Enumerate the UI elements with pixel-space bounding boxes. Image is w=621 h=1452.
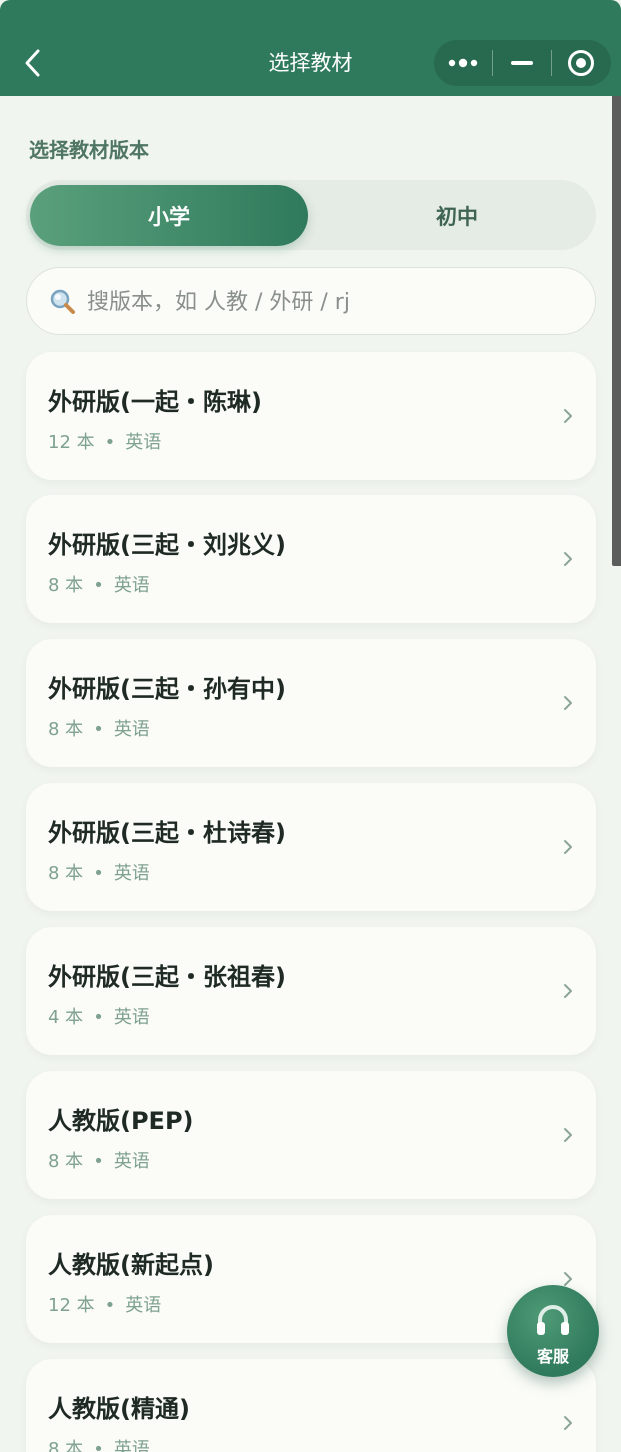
minimize-button[interactable]: [493, 40, 551, 86]
grade-segmented-control: 小学 初中: [26, 180, 596, 250]
meta-separator: •: [93, 1439, 104, 1452]
edition-title: 外研版(一起・陈琳): [48, 388, 262, 416]
chevron-right-icon: [564, 696, 572, 710]
subject-label: 英语: [113, 1439, 150, 1452]
headset-icon: [537, 1305, 569, 1335]
edition-meta: 8 本 • 英语: [48, 715, 150, 741]
section-label: 选择教材版本: [29, 138, 149, 162]
tab-middle-school[interactable]: 初中: [322, 185, 592, 246]
meta-separator: •: [93, 719, 104, 740]
edition-meta: 12 本 • 英语: [48, 428, 161, 454]
chevron-right-icon: [564, 984, 572, 998]
tab-primary-school[interactable]: 小学: [30, 185, 308, 246]
customer-service-label: 客服: [536, 1347, 569, 1366]
edition-card[interactable]: 外研版(三起・杜诗春) 8 本 • 英语: [26, 783, 596, 911]
more-dots-icon: [448, 58, 478, 68]
edition-meta: 8 本 • 英语: [48, 1147, 150, 1173]
chevron-right-icon: [564, 840, 572, 854]
edition-title: 人教版(PEP): [48, 1107, 194, 1135]
minus-icon: [511, 61, 533, 65]
edition-title: 外研版(三起・孙有中): [48, 675, 286, 703]
edition-meta: 8 本 • 英语: [48, 571, 150, 597]
book-count: 4 本: [48, 1007, 84, 1028]
search-input[interactable]: [87, 282, 577, 322]
book-count: 12 本: [48, 1295, 95, 1316]
chevron-right-icon: [564, 1128, 572, 1142]
edition-card[interactable]: 外研版(三起・张祖春) 4 本 • 英语: [26, 927, 596, 1055]
edition-card[interactable]: 人教版(PEP) 8 本 • 英语: [26, 1071, 596, 1199]
edition-card[interactable]: 外研版(三起・孙有中) 8 本 • 英语: [26, 639, 596, 767]
meta-separator: •: [93, 575, 104, 596]
magnifier-icon: [50, 289, 75, 314]
meta-separator: •: [104, 432, 116, 453]
subject-label: 英语: [125, 1295, 162, 1316]
chevron-right-icon: [564, 1416, 572, 1430]
more-button[interactable]: [434, 40, 492, 86]
book-count: 8 本: [48, 719, 84, 740]
edition-title: 外研版(三起・杜诗春): [48, 819, 286, 847]
edition-card[interactable]: 人教版(精通) 8 本 • 英语: [26, 1359, 596, 1452]
subject-label: 英语: [113, 863, 150, 884]
edition-title: 外研版(三起・张祖春): [48, 963, 286, 991]
edition-card[interactable]: 外研版(三起・刘兆义) 8 本 • 英语: [26, 495, 596, 623]
target-circle-icon: [568, 50, 594, 76]
edition-card[interactable]: 外研版(一起・陈琳) 12 本 • 英语: [26, 352, 596, 480]
edition-meta: 8 本 • 英语: [48, 859, 150, 885]
book-count: 8 本: [48, 1439, 84, 1452]
chevron-right-icon: [564, 552, 572, 566]
edition-meta: 8 本 • 英语: [48, 1435, 150, 1452]
edition-title: 人教版(精通): [48, 1395, 190, 1423]
book-count: 8 本: [48, 575, 84, 596]
subject-label: 英语: [113, 575, 150, 596]
subject-label: 英语: [113, 1007, 150, 1028]
customer-service-button[interactable]: 客服: [507, 1285, 599, 1377]
meta-separator: •: [93, 863, 104, 884]
edition-title: 外研版(三起・刘兆义): [48, 531, 286, 559]
meta-separator: •: [104, 1295, 116, 1316]
book-count: 12 本: [48, 432, 95, 453]
book-count: 8 本: [48, 863, 84, 884]
edition-meta: 12 本 • 英语: [48, 1291, 161, 1317]
mini-program-capsule: [434, 40, 611, 86]
scrollbar[interactable]: [612, 96, 621, 566]
search-bar: [26, 267, 596, 335]
subject-label: 英语: [113, 1151, 150, 1172]
navigation-bar: 选择教材: [0, 0, 621, 96]
chevron-right-icon: [564, 409, 572, 423]
subject-label: 英语: [113, 719, 150, 740]
meta-separator: •: [93, 1151, 104, 1172]
book-count: 8 本: [48, 1151, 84, 1172]
subject-label: 英语: [125, 432, 162, 453]
close-button[interactable]: [552, 40, 610, 86]
meta-separator: •: [93, 1007, 104, 1028]
edition-title: 人教版(新起点): [48, 1251, 214, 1279]
edition-meta: 4 本 • 英语: [48, 1003, 150, 1029]
